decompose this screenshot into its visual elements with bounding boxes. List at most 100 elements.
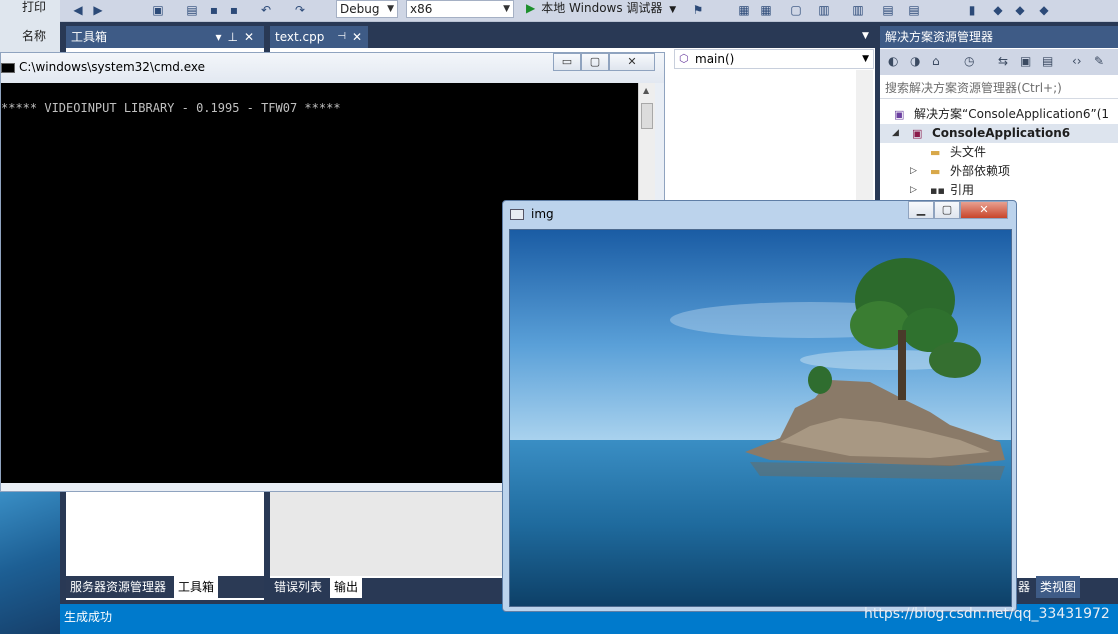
tab-error-list[interactable]: 错误列表 [270, 576, 326, 598]
back-icon[interactable]: ◐ [888, 54, 898, 68]
new-project-icon[interactable]: ▣ [150, 2, 166, 18]
start-debugging-button[interactable]: ▶ 本地 Windows 调试器 ▼ [526, 0, 676, 18]
vs-toolbar: ◀ ▶ ▣ ▤ ▪ ▪ ↶ ↷ Debug ▼ x86 ▼ ▶ 本地 Window… [60, 0, 1118, 22]
tab-text-cpp[interactable]: text.cpp ⊣ ✕ [270, 26, 368, 48]
tree-item-external-deps[interactable]: ▷ ▬ 外部依赖项 [880, 162, 1118, 181]
clear-bookmark-icon[interactable]: ◆ [1036, 2, 1052, 18]
cmd-title-bar[interactable]: C:\windows\system32\cmd.exe ▭ ▢ ✕ [1, 53, 664, 83]
format-icon-2[interactable]: ▤ [906, 2, 922, 18]
tab-toolbox[interactable]: 工具箱 [174, 576, 219, 598]
minimize-button[interactable]: ▭ [553, 53, 581, 71]
show-all-icon[interactable]: ▤ [1042, 54, 1053, 68]
solution-icon: ▣ [894, 108, 905, 121]
close-icon[interactable]: ✕ [244, 30, 260, 44]
solution-tab-strip: 器 类视图 [1014, 576, 1118, 598]
img-window[interactable]: img ▁ ▢ ✕ [502, 200, 1017, 612]
properties-icon[interactable]: ✎ [1094, 54, 1104, 68]
tree-item-references[interactable]: ▷ ▪▪ 引用 [880, 181, 1118, 200]
format-icon[interactable]: ▤ [880, 2, 896, 18]
tree-item-label: ConsoleApplication6 [932, 126, 1071, 140]
landscape-image [509, 229, 1012, 607]
redo-icon[interactable]: ↷ [292, 2, 308, 18]
toolbox-tab-strip: 服务器资源管理器 工具箱 [66, 576, 264, 598]
prev-bookmark-icon[interactable]: ◆ [990, 2, 1006, 18]
forward-icon[interactable]: ◑ [910, 54, 920, 68]
save-icon[interactable]: ▪ [206, 2, 222, 18]
next-bookmark-icon[interactable]: ◆ [1012, 2, 1028, 18]
tree-item-project[interactable]: ◢ ▣ ConsoleApplication6 [880, 124, 1118, 143]
editor-tab-label: text.cpp [275, 30, 325, 44]
minimize-button[interactable]: ▁ [908, 201, 934, 219]
scroll-up-icon[interactable]: ▲ [643, 86, 649, 95]
platform-select[interactable]: x86 ▼ [406, 0, 514, 18]
code-icon[interactable]: ‹› [1072, 54, 1082, 68]
tab-overflow-icon[interactable]: ▼ [862, 31, 869, 41]
tab-output[interactable]: 输出 [330, 576, 363, 598]
bookmark-icon[interactable]: ▮ [964, 2, 980, 18]
tree-item-header-files[interactable]: ▬ 头文件 [880, 143, 1118, 162]
open-icon[interactable]: ▤ [184, 2, 200, 18]
name-column-label[interactable]: 名称 [22, 27, 46, 44]
print-label[interactable]: 打印 [22, 0, 46, 15]
console-icon [1, 63, 15, 73]
home-icon[interactable]: ⌂ [932, 54, 940, 68]
pin-icon[interactable]: ⊥ [227, 30, 243, 44]
img-title-bar[interactable]: img ▁ ▢ ✕ [503, 201, 1016, 227]
cmd-title: C:\windows\system32\cmd.exe [19, 60, 205, 74]
sync-icon[interactable]: ⇆ [998, 54, 1008, 68]
forward-icon[interactable]: ▶ [90, 2, 106, 18]
scroll-thumb[interactable] [641, 103, 653, 129]
indent-icon[interactable]: ▥ [816, 2, 832, 18]
save-all-icon[interactable]: ▪ [226, 2, 242, 18]
maximize-button[interactable]: ▢ [934, 201, 960, 219]
tree-item-label: 头文件 [950, 145, 987, 159]
pin-icon[interactable]: ⊣ [337, 26, 346, 48]
tab-class-view[interactable]: 类视图 [1036, 576, 1081, 598]
member-value: main() [695, 52, 735, 66]
platform-value: x86 [410, 2, 433, 16]
solution-config-select[interactable]: Debug ▼ [336, 0, 398, 18]
chevron-down-icon: ▼ [669, 5, 677, 15]
watermark: https://blog.csdn.net/qq_33431972 [864, 606, 1110, 622]
cmd-output-text: ***** VIDEOINPUT LIBRARY - 0.1995 - TFW0… [1, 101, 341, 115]
close-icon[interactable]: ✕ [352, 26, 362, 48]
tree-item-label: 解决方案“ConsoleApplication6”(1 [914, 107, 1110, 121]
find-icon[interactable]: ⚑ [690, 2, 706, 18]
function-icon: ⬡ [679, 52, 689, 65]
editor-scrollbar[interactable] [856, 70, 873, 200]
outdent-icon[interactable]: ▥ [850, 2, 866, 18]
member-select[interactable]: ⬡ main() ▼ [674, 49, 874, 69]
chevron-down-icon: ▼ [862, 54, 869, 64]
rebuild-icon[interactable]: ▦ [758, 2, 774, 18]
folder-icon: ▬ [930, 165, 941, 178]
solution-search-input[interactable]: 搜索解决方案资源管理器(Ctrl+;) [880, 77, 1118, 99]
solution-explorer-header: 解决方案资源管理器 [880, 26, 1118, 48]
build-icon[interactable]: ▦ [736, 2, 752, 18]
toolbox-title: 工具箱 [71, 30, 108, 44]
window-icon [510, 209, 524, 220]
undo-icon[interactable]: ↶ [258, 2, 274, 18]
chevron-down-icon: ▼ [503, 4, 510, 14]
chevron-down-icon[interactable]: ▾ [215, 30, 227, 44]
expanded-arrow-icon[interactable]: ◢ [892, 124, 899, 143]
solution-explorer-title: 解决方案资源管理器 [885, 30, 994, 44]
folder-icon: ▬ [930, 146, 941, 159]
collapsed-arrow-icon[interactable]: ▷ [910, 162, 917, 181]
back-icon[interactable]: ◀ [70, 2, 86, 18]
references-icon: ▪▪ [930, 184, 945, 197]
close-button[interactable]: ✕ [960, 201, 1008, 219]
chevron-down-icon: ▼ [387, 4, 394, 14]
run-label: 本地 Windows 调试器 [541, 1, 663, 15]
tree-item-label: 外部依赖项 [950, 164, 1011, 178]
play-icon: ▶ [526, 1, 536, 15]
collapse-icon[interactable]: ▣ [1020, 54, 1031, 68]
tab-server-explorer[interactable]: 服务器资源管理器 [66, 576, 170, 598]
maximize-button[interactable]: ▢ [581, 53, 609, 71]
close-button[interactable]: ✕ [609, 53, 655, 71]
toolbox-header: 工具箱 ▾⊥✕ [66, 26, 264, 48]
history-icon[interactable]: ◷ [964, 54, 974, 68]
tree-item-solution[interactable]: ▣ 解决方案“ConsoleApplication6”(1 [880, 105, 1118, 124]
collapsed-arrow-icon[interactable]: ▷ [910, 181, 917, 200]
tab-explorer-partial[interactable]: 器 [1014, 576, 1034, 598]
comment-icon[interactable]: ▢ [788, 2, 804, 18]
